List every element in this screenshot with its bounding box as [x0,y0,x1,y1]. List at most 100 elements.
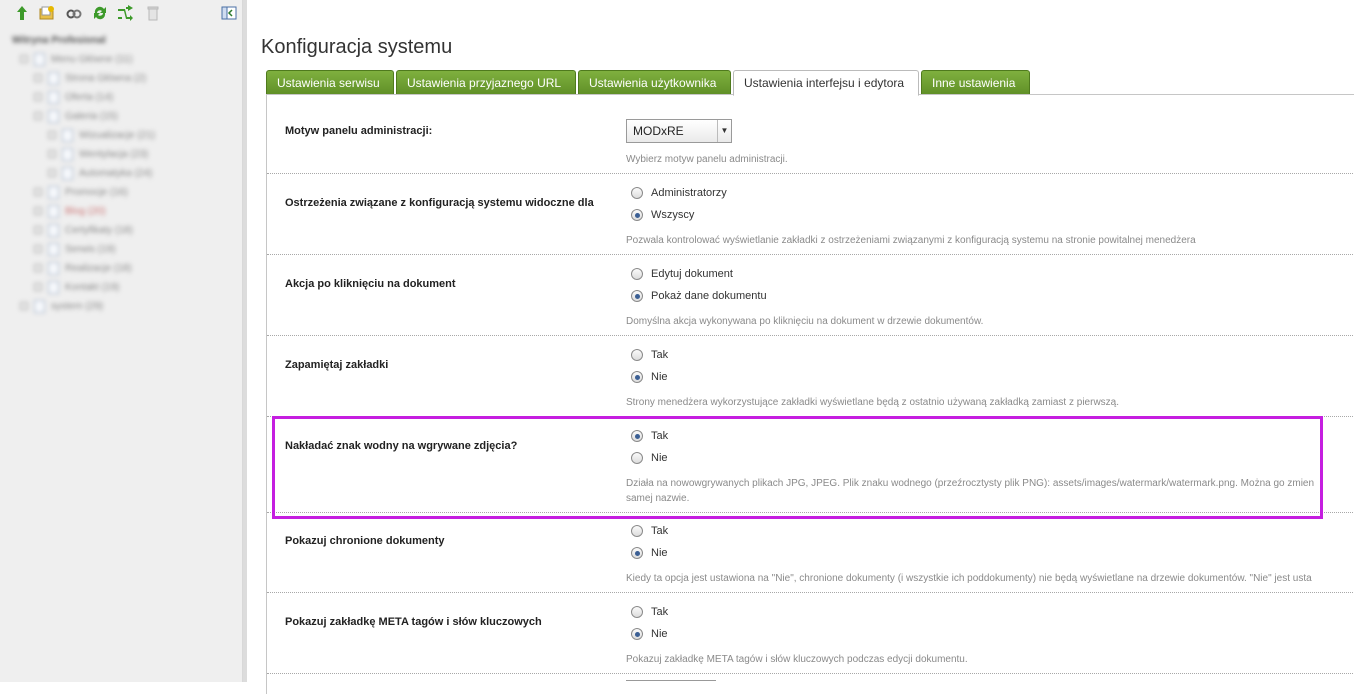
document-icon [48,109,59,123]
warnings-option-all[interactable]: Wszyscy [631,207,694,223]
protected-docs-label: Pokazuj chronione dokumenty [285,535,445,547]
warnings-option-admins[interactable]: Administratorzy [631,185,727,201]
radio-button[interactable] [631,430,643,442]
meta-tab-description: Pokazuj zakładkę META tagów i słów klucz… [626,654,968,665]
tree-item[interactable]: Automatyka (24) [48,165,152,181]
tree-item[interactable]: Wentylacja (23) [48,146,148,162]
radio-button[interactable] [631,371,643,383]
tab-site-settings[interactable]: Ustawienia serwisu [266,70,394,95]
tree-item-label: Blog (20) [65,205,106,217]
expand-toggle-icon[interactable] [34,188,42,196]
radio-button[interactable] [631,547,643,559]
expand-toggle-icon[interactable] [34,112,42,120]
tree-item[interactable]: Certyfikaty (18) [34,222,133,238]
expand-toggle-icon[interactable] [20,55,28,63]
expand-toggle-icon[interactable] [48,150,56,158]
radio-button[interactable] [631,268,643,280]
document-icon [48,90,59,104]
doc-click-option-edit[interactable]: Edytuj dokument [631,266,733,282]
document-icon [48,223,59,237]
radio-button[interactable] [631,187,643,199]
tree-item[interactable]: Strona Główna (2) [34,70,146,86]
meta-tab-option-no[interactable]: Nie [631,626,668,642]
arrow-up-icon[interactable] [14,5,30,21]
tree-item[interactable]: Galeria (15) [34,108,118,124]
remember-tabs-description: Strony menedżera wykorzystujące zakładki… [626,397,1120,408]
row-divider [267,512,1354,513]
document-icon [34,52,45,66]
tree-item[interactable]: Serwis (19) [34,241,116,257]
tree-item-label: Galeria (15) [65,110,118,122]
expand-toggle-icon[interactable] [34,283,42,291]
doc-click-option-show[interactable]: Pokaż dane dokumentu [631,288,767,304]
refresh-icon[interactable] [92,5,108,21]
remember-tabs-option-yes[interactable]: Tak [631,347,668,363]
tab-other-settings[interactable]: Inne ustawienia [921,70,1030,95]
watermark-description: Działa na nowowgrywanych plikach JPG, JP… [626,478,1315,489]
radio-button[interactable] [631,290,643,302]
tab-user-settings[interactable]: Ustawienia użytkownika [578,70,731,95]
tree-item[interactable]: Wizualizacje (21) [48,127,155,143]
radio-button[interactable] [631,628,643,640]
option-label: Nie [651,628,668,640]
tree-item[interactable]: system (29) [20,298,103,314]
link-icon[interactable] [66,5,82,21]
document-icon [48,242,59,256]
meta-tab-option-yes[interactable]: Tak [631,604,668,620]
tree-item-label: system (29) [51,300,104,312]
tree-item[interactable]: Promocje (16) [34,184,128,200]
document-icon [62,166,73,180]
tree-item[interactable]: Kontakt (19) [34,279,119,295]
expand-toggle-icon[interactable] [48,169,56,177]
tree-item[interactable]: Witryna Profesional [12,32,106,48]
expand-toggle-icon[interactable] [34,93,42,101]
tree-item-label: Strona Główna (2) [65,72,147,84]
theme-description: Wybierz motyw panelu administracji. [626,154,788,165]
document-icon [48,261,59,275]
protected-docs-option-no[interactable]: Nie [631,545,668,561]
shuffle-icon[interactable] [117,5,133,21]
watermark-option-yes[interactable]: Tak [631,428,668,444]
document-icon [48,280,59,294]
expand-toggle-icon[interactable] [34,264,42,272]
trash-icon[interactable] [145,5,161,21]
expand-toggle-icon[interactable] [48,131,56,139]
radio-button[interactable] [631,606,643,618]
tree-item-label: Promocje (16) [65,186,128,198]
main-content: Konfiguracja systemu Ustawienia serwisu … [247,0,1354,694]
tree-item[interactable]: Menu Główne (11) [20,51,133,67]
tab-friendly-url[interactable]: Ustawienia przyjaznego URL [396,70,576,95]
tree-item-label: Wentylacja (23) [79,148,149,160]
tree-item-label: Serwis (19) [65,243,116,255]
new-folder-icon[interactable] [39,5,55,21]
watermark-option-no[interactable]: Nie [631,450,668,466]
tree-item[interactable]: Oferta (14) [34,89,113,105]
expand-toggle-icon[interactable] [34,74,42,82]
expand-toggle-icon[interactable] [34,245,42,253]
row-divider [267,173,1354,174]
radio-button[interactable] [631,452,643,464]
option-label: Wszyscy [651,209,695,221]
document-icon [34,299,45,313]
remember-tabs-option-no[interactable]: Nie [631,369,668,385]
tree-item-label: Menu Główne (11) [51,53,133,65]
option-label: Nie [651,371,668,383]
protected-docs-option-yes[interactable]: Tak [631,523,668,539]
theme-select-value: MODxRE [633,124,684,138]
expand-toggle-icon[interactable] [20,302,28,310]
tab-interface-editor[interactable]: Ustawienia interfejsu i edytora [733,70,919,96]
document-icon [48,71,59,85]
theme-select[interactable]: MODxRE ▼ [626,119,732,143]
radio-button[interactable] [631,349,643,361]
radio-button[interactable] [631,209,643,221]
settings-panel: Motyw panelu administracji: MODxRE ▼ Wyb… [266,94,1354,694]
radio-button[interactable] [631,525,643,537]
tree-item[interactable]: Realizacje (18) [34,260,132,276]
expand-toggle-icon[interactable] [34,226,42,234]
option-label: Nie [651,547,668,559]
tree-item-label: Witryna Profesional [12,34,106,46]
doc-click-label: Akcja po kliknięciu na dokument [285,278,456,290]
tree-item[interactable]: Blog (20) [34,203,106,219]
expand-toggle-icon[interactable] [34,207,42,215]
collapse-panel-icon[interactable] [221,5,237,21]
